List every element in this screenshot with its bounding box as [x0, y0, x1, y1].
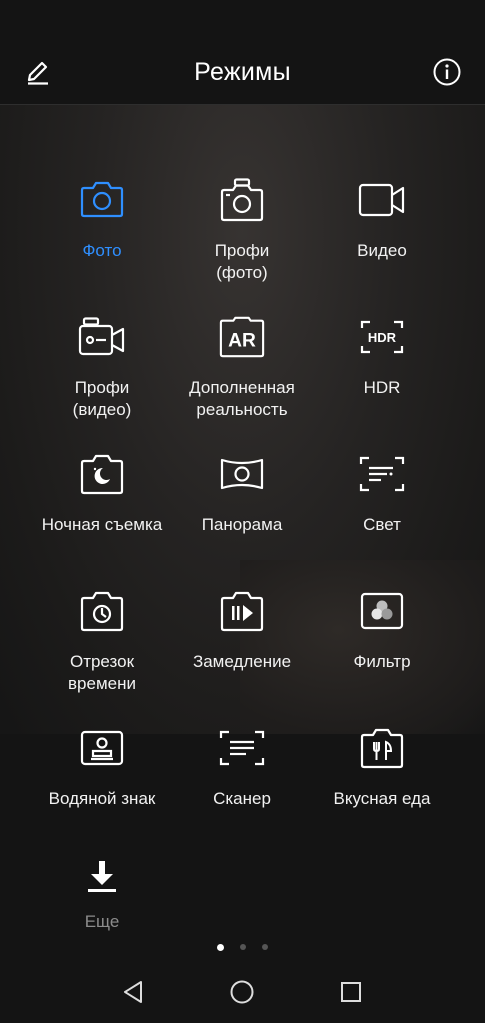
scanner-icon [218, 724, 266, 772]
mode-label: Вкусная еда [333, 789, 431, 808]
mode-label: Замедление [192, 652, 292, 671]
page-dot [262, 944, 268, 950]
modes-grid: Фото Профи (фото) Видео Профи (видео) AR… [32, 172, 453, 994]
mode-label: Свет [363, 515, 401, 534]
svg-text:AR: AR [228, 331, 256, 352]
mode-label: Профи (фото) [214, 241, 270, 282]
pro-video-icon [78, 313, 126, 361]
mode-label: Ночная съемка [41, 515, 163, 534]
info-button[interactable] [429, 54, 465, 90]
mode-light[interactable]: Свет [312, 446, 452, 583]
mode-label: Сканер [213, 789, 271, 808]
slow-motion-icon [218, 587, 266, 635]
mode-label: HDR [363, 378, 401, 397]
mode-video[interactable]: Видео [312, 172, 452, 309]
time-lapse-icon [78, 587, 126, 635]
info-icon [433, 58, 461, 86]
mode-label: Профи (видео) [72, 378, 132, 419]
pro-photo-icon [218, 176, 266, 224]
mode-label: Фильтр [353, 652, 411, 671]
mode-watermark[interactable]: Водяной знак [32, 720, 172, 857]
mode-filter[interactable]: Фильтр [312, 583, 452, 720]
download-icon [78, 853, 126, 901]
mode-label: Панорама [201, 515, 283, 534]
svg-text:HDR: HDR [368, 330, 397, 345]
watermark-icon [78, 724, 126, 772]
mode-photo[interactable]: Фото [32, 172, 172, 309]
system-navigation-bar [0, 960, 485, 1023]
video-camera-icon [358, 176, 406, 224]
mode-pro-photo[interactable]: Профи (фото) [172, 172, 312, 309]
mode-label: Еще [84, 912, 120, 931]
night-mode-icon [78, 450, 126, 498]
page-dot [240, 944, 246, 950]
mode-night[interactable]: Ночная съемка [32, 446, 172, 583]
home-button[interactable] [220, 970, 264, 1014]
mode-pro-video[interactable]: Профи (видео) [32, 309, 172, 446]
mode-slow-motion[interactable]: Замедление [172, 583, 312, 720]
page-title: Режимы [194, 58, 291, 86]
ar-icon: AR [218, 313, 266, 361]
header: Режимы [0, 0, 485, 105]
page-dot-active [217, 944, 224, 951]
recents-icon [340, 981, 361, 1002]
filter-icon [358, 587, 406, 635]
camera-icon [78, 176, 126, 224]
back-button[interactable] [112, 970, 156, 1014]
light-painting-icon [358, 450, 406, 498]
back-icon [124, 980, 143, 1003]
recents-button[interactable] [329, 970, 373, 1014]
mode-label: Отрезок времени [68, 652, 136, 693]
mode-label: Видео [357, 241, 407, 260]
mode-label: Дополненная реальность [189, 378, 295, 419]
mode-time-lapse[interactable]: Отрезок времени [32, 583, 172, 720]
mode-food[interactable]: Вкусная еда [312, 720, 452, 857]
mode-hdr[interactable]: HDR HDR [312, 309, 452, 446]
panorama-icon [218, 450, 266, 498]
food-icon [358, 724, 406, 772]
hdr-icon: HDR [358, 313, 406, 361]
mode-ar[interactable]: AR Дополненная реальность [172, 309, 312, 446]
mode-label: Фото [82, 241, 122, 260]
mode-scanner[interactable]: Сканер [172, 720, 312, 857]
mode-panorama[interactable]: Панорама [172, 446, 312, 583]
mode-label: Водяной знак [48, 789, 156, 808]
home-icon [230, 980, 254, 1003]
page-indicator [0, 944, 485, 951]
